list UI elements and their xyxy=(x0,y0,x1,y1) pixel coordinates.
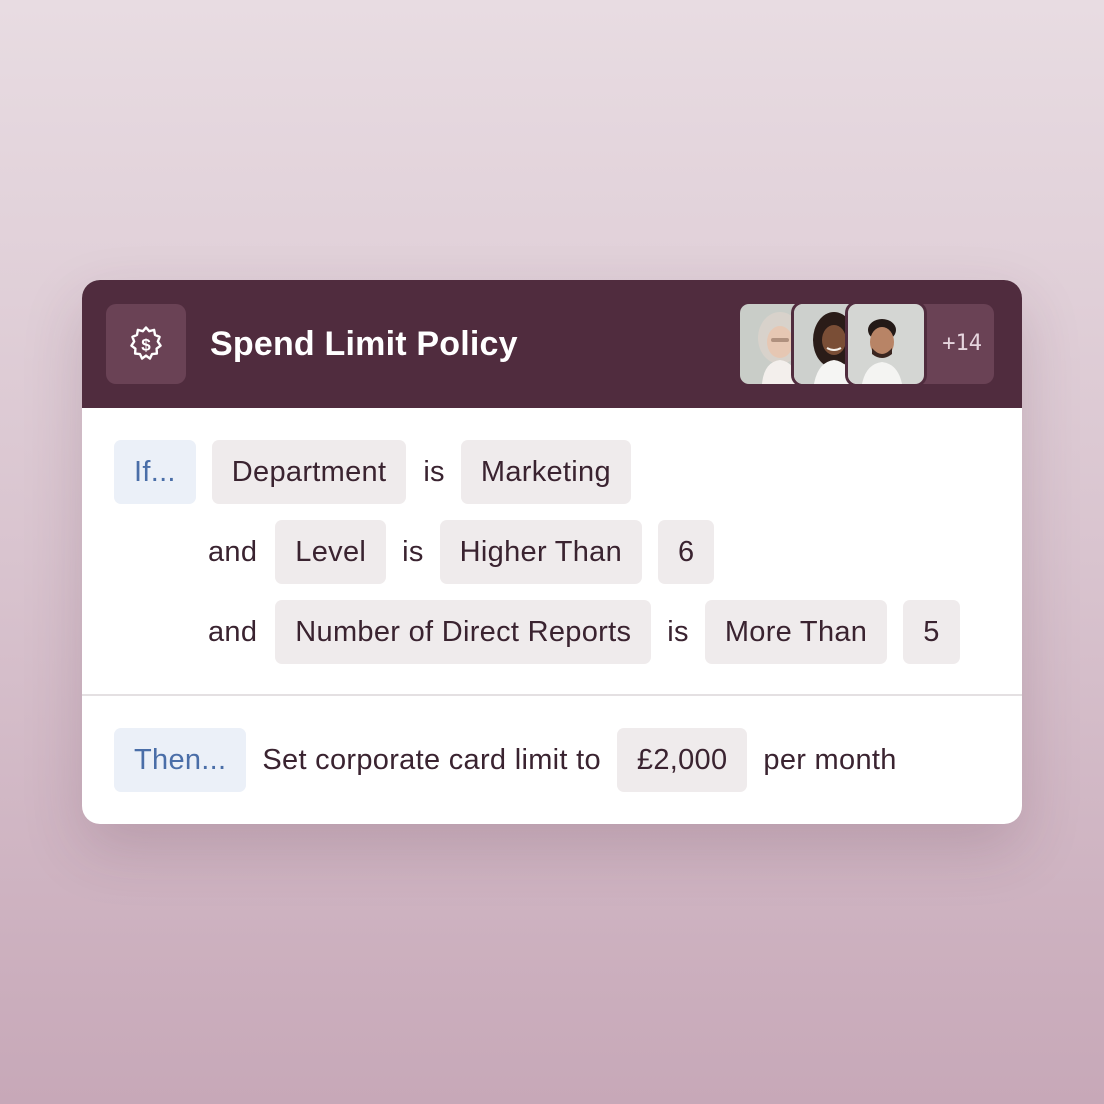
action-text: Set corporate card limit to xyxy=(262,743,601,776)
policy-title: Spend Limit Policy xyxy=(210,325,518,363)
condition-operator-text: is xyxy=(402,535,424,568)
gear-dollar-icon: $ xyxy=(130,326,162,360)
condition-connector-text: and xyxy=(208,615,258,648)
policy-card: $ Spend Limit Policy +14 If... Departmen… xyxy=(82,280,1022,824)
policy-settings-button[interactable]: $ xyxy=(106,304,186,384)
condition-operator-text: is xyxy=(667,615,689,648)
condition-connector-text: and xyxy=(208,535,258,568)
condition-row: If... Department is Marketing xyxy=(114,440,631,504)
policy-header: $ Spend Limit Policy +14 xyxy=(82,280,1022,408)
svg-text:$: $ xyxy=(141,336,151,355)
condition-value-chip[interactable]: 5 xyxy=(903,600,960,664)
condition-comparator-chip[interactable]: Higher Than xyxy=(439,520,643,584)
then-keyword-chip[interactable]: Then... xyxy=(114,728,247,792)
condition-field-chip[interactable]: Department xyxy=(211,440,407,504)
action-row: Then... Set corporate card limit to £2,0… xyxy=(114,728,897,792)
condition-value-chip[interactable]: Marketing xyxy=(460,440,631,504)
limit-amount-chip[interactable]: £2,000 xyxy=(616,728,748,792)
avatar xyxy=(848,304,924,384)
members-avatar-group[interactable]: +14 xyxy=(740,304,994,384)
condition-field-chip[interactable]: Level xyxy=(275,520,387,584)
condition-value-chip[interactable]: 6 xyxy=(658,520,715,584)
condition-row: and Number of Direct Reports is More Tha… xyxy=(208,600,960,664)
condition-field-chip[interactable]: Number of Direct Reports xyxy=(275,600,652,664)
section-divider xyxy=(82,694,1022,696)
if-keyword-chip[interactable]: If... xyxy=(114,440,196,504)
condition-comparator-chip[interactable]: More Than xyxy=(704,600,888,664)
condition-row: and Level is Higher Than 6 xyxy=(208,520,715,584)
more-members-count: +14 xyxy=(942,331,982,356)
limit-period-text: per month xyxy=(763,743,897,776)
condition-operator-text: is xyxy=(423,455,445,488)
